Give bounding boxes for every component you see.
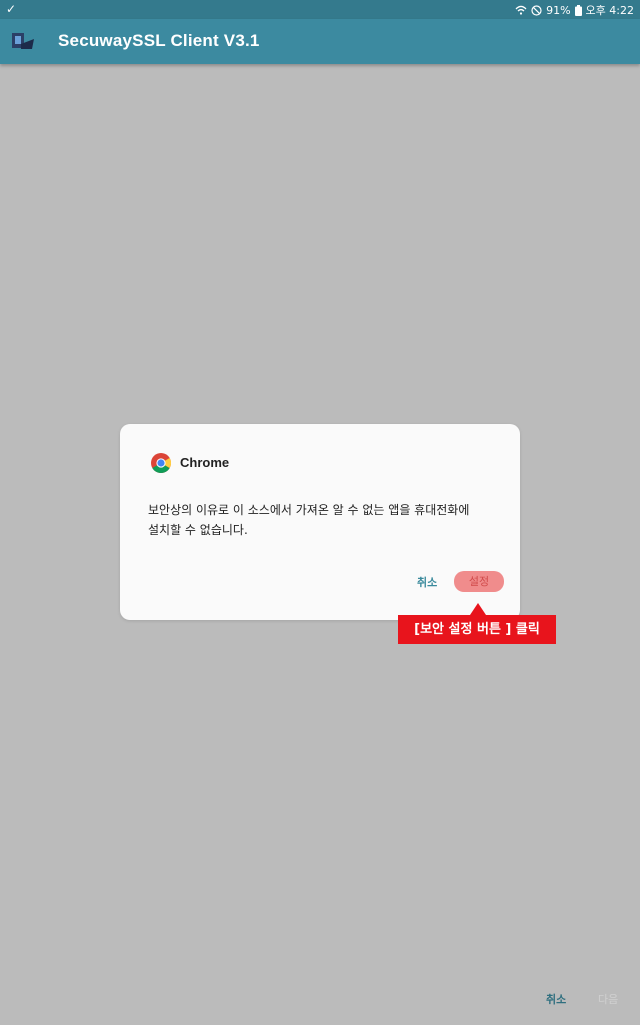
dialog-message-line1: 보안상의 이유로 이 소스에서 가져온 알 수 없는 앱을 휴대전화에 xyxy=(148,503,470,517)
status-bar: ✓ 91% 오후 4:22 xyxy=(0,0,640,19)
battery-icon xyxy=(574,4,582,16)
callout-arrow xyxy=(470,603,486,615)
dialog-message: 보안상의 이유로 이 소스에서 가져온 알 수 없는 앱을 휴대전화에 설치할 … xyxy=(148,500,498,540)
app-title: SecuwaySSL Client V3.1 xyxy=(58,31,260,50)
wifi-icon xyxy=(515,5,527,15)
dialog-app-name: Chrome xyxy=(180,455,230,470)
footer-cancel-button[interactable]: 취소 xyxy=(546,991,566,1007)
install-blocked-dialog: Chrome 보안상의 이유로 이 소스에서 가져온 알 수 없는 앱을 휴대전… xyxy=(120,424,520,620)
do-not-disturb-icon xyxy=(531,4,542,16)
dialog-settings-button[interactable]: 설정 xyxy=(454,571,504,592)
chrome-icon xyxy=(151,453,171,473)
check-icon: ✓ xyxy=(6,2,17,16)
battery-percent: 91% xyxy=(546,3,571,17)
footer-next-button[interactable]: 다음 xyxy=(598,991,618,1007)
clock: 오후 4:22 xyxy=(585,4,634,17)
dialog-message-line2: 설치할 수 없습니다. xyxy=(148,523,248,537)
status-icons: 91% 오후 4:22 xyxy=(515,2,634,18)
dialog-cancel-button[interactable]: 취소 xyxy=(417,574,437,590)
app-bar: SecuwaySSL Client V3.1 xyxy=(0,19,640,64)
app-logo-icon xyxy=(12,33,34,49)
instruction-callout: [보안 설정 버튼 ] 클릭 xyxy=(398,615,556,644)
